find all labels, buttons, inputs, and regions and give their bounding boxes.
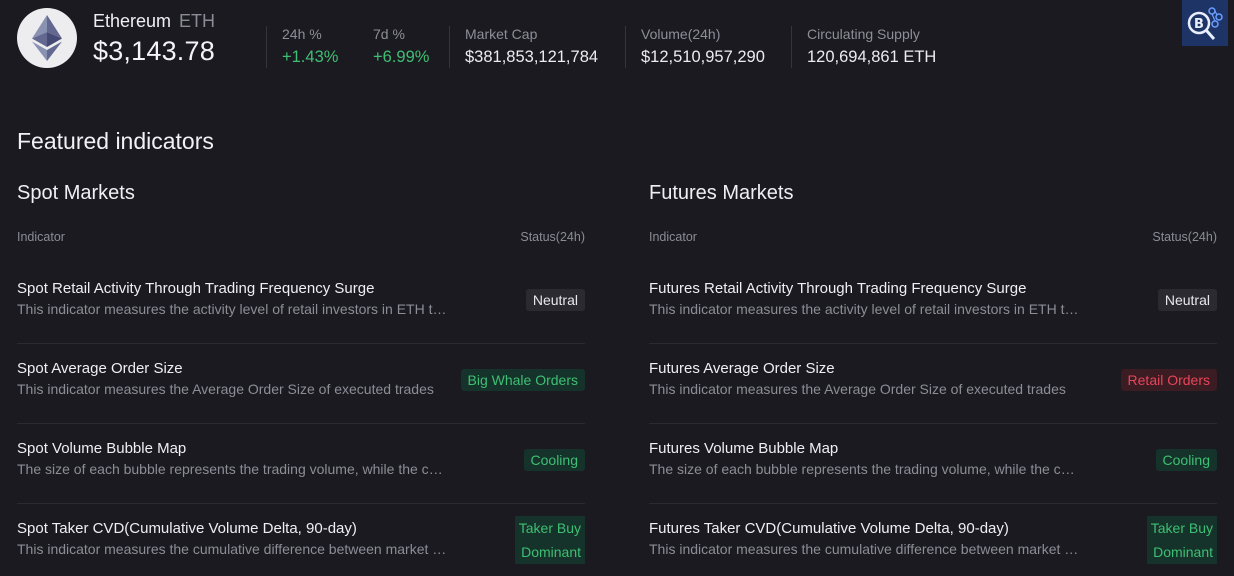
stat-label: 7d % [373,26,405,42]
status-badge: Neutral [1157,289,1217,311]
svg-text:B: B [1194,17,1204,32]
coin-title: Ethereum ETH [93,11,215,32]
coin-header: Ethereum ETH $3,143.78 24h % +1.43% 7d %… [0,0,1234,80]
status-badge-line: Dominant [1146,540,1217,564]
status-badge-line: Taker Buy [514,516,585,540]
status-badge: Cooling [1155,449,1217,471]
status-badge: Neutral [525,289,585,311]
indicator-row[interactable]: Spot Volume Bubble Map The size of each … [17,424,585,504]
stat-value: $381,853,121,784 [465,48,599,66]
panel-title: Futures Markets [649,182,794,204]
indicator-row[interactable]: Futures Taker CVD(Cumulative Volume Delt… [649,504,1217,576]
indicator-description: The size of each bubble represents the t… [649,461,1079,477]
indicator-row[interactable]: Spot Average Order Size This indicator m… [17,344,585,424]
indicator-description: The size of each bubble represents the t… [17,461,447,477]
indicator-name: Spot Retail Activity Through Trading Fre… [17,280,375,297]
spot-markets-panel: Spot Markets Indicator Status(24h) Spot … [17,182,585,576]
indicator-description: This indicator measures the activity lev… [17,301,447,317]
status-badge-line: Taker Buy [1146,516,1217,540]
table-header: Indicator Status(24h) [17,230,585,246]
indicator-name: Spot Taker CVD(Cumulative Volume Delta, … [17,520,357,537]
indicator-description: This indicator measures the activity lev… [649,301,1079,317]
status-badge: Retail Orders [1120,369,1217,391]
indicator-description: This indicator measures the Average Orde… [649,381,1066,397]
stat-label: Market Cap [465,26,538,42]
indicator-row[interactable]: Futures Average Order Size This indicato… [649,344,1217,424]
indicator-name: Spot Average Order Size [17,360,183,377]
indicator-row[interactable]: Futures Volume Bubble Map The size of ea… [649,424,1217,504]
stat-market-cap: Market Cap $381,853,121,784 [465,26,598,67]
indicator-name: Futures Taker CVD(Cumulative Volume Delt… [649,520,1009,537]
panel-title: Spot Markets [17,182,135,204]
divider [449,26,450,68]
divider [791,26,792,68]
ethereum-indicators-page: Ethereum ETH $3,143.78 24h % +1.43% 7d %… [0,0,1234,576]
indicator-row[interactable]: Spot Retail Activity Through Trading Fre… [17,264,585,344]
indicator-list: Spot Retail Activity Through Trading Fre… [17,264,585,576]
stat-value: +6.99% [373,48,430,66]
divider [266,26,267,68]
table-header: Indicator Status(24h) [649,230,1217,246]
indicator-name: Futures Average Order Size [649,360,835,377]
coin-name: Ethereum [93,11,172,31]
indicator-name: Futures Retail Activity Through Trading … [649,280,1027,297]
indicator-name: Futures Volume Bubble Map [649,440,839,457]
indicator-name: Spot Volume Bubble Map [17,440,187,457]
indicator-description: This indicator measures the cumulative d… [17,541,447,557]
status-badge: Cooling [523,449,585,471]
column-indicator: Indicator [17,230,65,244]
featured-indicators-heading: Featured indicators [17,128,214,154]
stat-label: Volume(24h) [641,26,721,42]
futures-markets-panel: Futures Markets Indicator Status(24h) Fu… [649,182,1217,576]
column-indicator: Indicator [649,230,697,244]
stat-7d-change: 7d % +6.99% [373,26,429,67]
column-status: Status(24h) [520,230,585,244]
stat-volume: Volume(24h) $12,510,957,290 [641,26,765,67]
stat-circulating-supply: Circulating Supply 120,694,861 ETH [807,26,936,67]
stat-label: 24h % [282,26,322,42]
stat-label: Circulating Supply [807,26,920,42]
indicator-row[interactable]: Futures Retail Activity Through Trading … [649,264,1217,344]
status-badge: Taker Buy Dominant [1146,516,1217,564]
coin-symbol: ETH [179,11,216,31]
ethereum-logo-icon [17,8,77,68]
status-badge: Big Whale Orders [460,369,585,391]
status-badge: Taker Buy Dominant [514,516,585,564]
indicator-list: Futures Retail Activity Through Trading … [649,264,1217,576]
divider [625,26,626,68]
status-badge-line: Dominant [514,540,585,564]
bitcoin-search-logo-icon: B [1182,0,1228,46]
stat-value: $12,510,957,290 [641,48,765,66]
stat-value: 120,694,861 ETH [807,48,937,66]
stat-value: +1.43% [282,48,339,66]
indicator-description: This indicator measures the cumulative d… [649,541,1079,557]
indicator-row[interactable]: Spot Taker CVD(Cumulative Volume Delta, … [17,504,585,576]
stat-24h-change: 24h % +1.43% [282,26,338,67]
coin-price: $3,143.78 [93,36,215,66]
column-status: Status(24h) [1152,230,1217,244]
indicator-description: This indicator measures the Average Orde… [17,381,434,397]
